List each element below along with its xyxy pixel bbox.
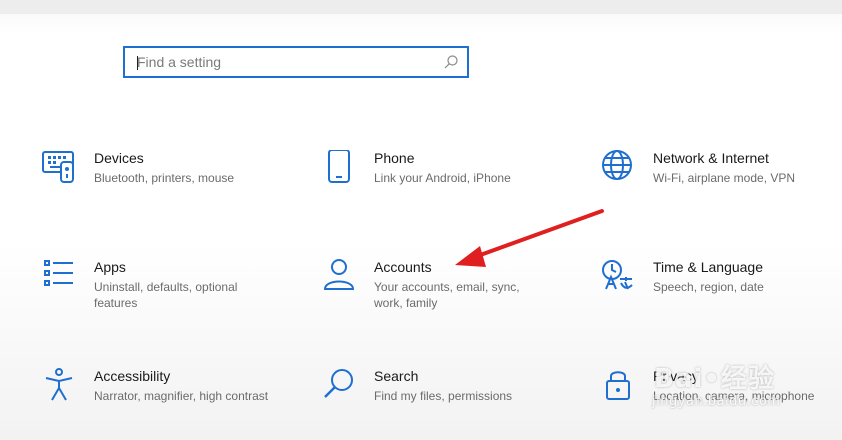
tile-description: Your accounts, email, sync, work, family: [374, 280, 520, 310]
tile-description: Wi-Fi, airplane mode, VPN: [653, 171, 796, 185]
tile-description: Find my files, permissions: [374, 389, 513, 403]
tile-description: Narrator, magnifier, high contrast: [94, 389, 269, 403]
tile-time-language[interactable]: Time & Language Speech, region, date: [601, 259, 831, 331]
tile-title: Accessibility: [94, 368, 171, 384]
settings-search-box[interactable]: [123, 46, 469, 78]
search-icon[interactable]: [443, 54, 459, 70]
tile-title: Time & Language: [653, 259, 763, 275]
apps-list-icon: [44, 260, 73, 286]
tile-apps[interactable]: Apps Uninstall, defaults, optional featu…: [42, 259, 272, 331]
tile-devices[interactable]: Devices Bluetooth, printers, mouse: [42, 150, 272, 222]
search-magnifier-icon: [324, 369, 353, 398]
tile-title: Apps: [94, 259, 126, 275]
tile-description: Link your Android, iPhone: [374, 171, 511, 185]
tile-description: Speech, region, date: [653, 280, 764, 294]
person-icon: [323, 259, 355, 290]
globe-icon: [602, 150, 632, 180]
time-language-icon: [602, 260, 633, 290]
top-bar: [0, 0, 842, 14]
tile-privacy[interactable]: Privacy Location, camera, microphone: [601, 368, 831, 440]
phone-icon: [328, 150, 350, 183]
tile-title: Network & Internet: [653, 150, 769, 166]
tile-title: Privacy: [653, 368, 699, 384]
tile-network-internet[interactable]: Network & Internet Wi-Fi, airplane mode,…: [601, 150, 831, 222]
tile-title: Search: [374, 368, 419, 384]
tile-accessibility[interactable]: Accessibility Narrator, magnifier, high …: [42, 368, 272, 440]
devices-icon: [42, 151, 74, 183]
lock-icon: [606, 371, 630, 400]
accessibility-icon: [45, 368, 73, 401]
tile-title: Accounts: [374, 259, 432, 275]
tile-description: Bluetooth, printers, mouse: [94, 171, 235, 185]
tile-title: Devices: [94, 150, 144, 166]
tile-description: Uninstall, defaults, optional features: [94, 280, 238, 310]
tile-phone[interactable]: Phone Link your Android, iPhone: [322, 150, 552, 222]
tile-description: Location, camera, microphone: [653, 389, 815, 403]
tile-search[interactable]: Search Find my files, permissions: [322, 368, 552, 440]
tile-title: Phone: [374, 150, 415, 166]
tile-accounts[interactable]: Accounts Your accounts, email, sync, wor…: [322, 259, 552, 331]
search-input[interactable]: [137, 48, 437, 76]
